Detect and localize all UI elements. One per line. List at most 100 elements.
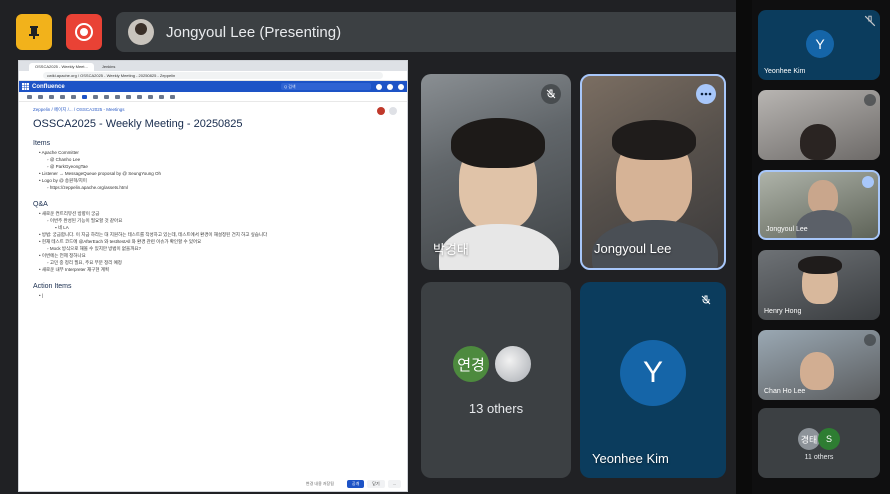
document-body: Zeppelin / 페이지 /... / OSSCA2025 - Meetin… xyxy=(19,102,407,304)
confluence-search[interactable]: Q 검색 xyxy=(281,83,371,90)
action-items-heading: Action Items xyxy=(33,283,72,290)
presenter-banner: Jongyoul Lee (Presenting) xyxy=(116,12,736,52)
toolbar-button[interactable] xyxy=(148,94,153,99)
participant-tile-1[interactable]: 박경태 xyxy=(421,74,571,270)
user-avatar[interactable] xyxy=(398,83,404,90)
list-item[interactable]: • 현재 테스트 코드에 @AfterEach 와 test/testAll 와… xyxy=(33,238,393,245)
sidebar-tile[interactable]: Jongyoul Lee xyxy=(758,170,880,240)
presenter-name: Jongyoul Lee (Presenting) xyxy=(166,23,342,41)
toolbar-button[interactable] xyxy=(82,94,87,99)
sidebar-tile[interactable] xyxy=(758,90,880,160)
settings-icon[interactable] xyxy=(387,83,393,90)
toolbar-button[interactable] xyxy=(71,94,76,99)
list-item[interactable]: ◦ 이번주 완성된 기능이 필요할 것 같아요 xyxy=(33,217,393,224)
participant-avatar xyxy=(493,344,533,384)
participant-hair xyxy=(798,256,842,274)
stop-record-icon xyxy=(75,23,93,41)
mic-off-icon xyxy=(541,84,561,104)
participant-video xyxy=(800,352,834,390)
save-status: 변경 내용 저장됨 xyxy=(305,481,334,486)
browser-tab[interactable]: Jenkins xyxy=(95,63,122,71)
toolbar-button[interactable] xyxy=(38,94,43,99)
participant-name: 박경태 xyxy=(433,242,469,257)
app-grid-icon xyxy=(22,83,29,90)
sidebar-tile[interactable]: Y Yeonhee Kim xyxy=(758,10,880,80)
toolbar-button[interactable] xyxy=(104,94,109,99)
participant-hair xyxy=(612,120,696,160)
list-item[interactable]: ◦ Mock 방식으로 해볼 수 있지만 방법이 없을까요? xyxy=(33,245,393,252)
more-options-icon[interactable] xyxy=(696,84,716,104)
help-icon[interactable] xyxy=(376,83,382,90)
mic-off-icon xyxy=(864,14,876,27)
list-item[interactable]: ◦ https://zeppelin.apache.org/assets.htm… xyxy=(33,184,393,191)
participant-hair xyxy=(451,118,545,168)
list-item[interactable]: • Apache Committer xyxy=(33,149,393,156)
list-item[interactable]: • | xyxy=(33,292,393,299)
collaborator-avatar[interactable] xyxy=(377,107,385,115)
participant-name: Chan Ho Lee xyxy=(764,388,806,395)
participant-avatar: Y xyxy=(806,30,834,58)
participant-avatar: 경태 xyxy=(798,428,820,450)
list-item[interactable]: ◦ @ ParkGyeongTae xyxy=(33,163,393,170)
more-button[interactable]: ... xyxy=(387,480,401,488)
mic-off-icon xyxy=(864,94,876,106)
toolbar-button[interactable] xyxy=(27,94,32,99)
stop-presenting-button[interactable] xyxy=(66,14,102,50)
url-field[interactable]: cwiki.apache.org / OSSCA2025 - Weekly Me… xyxy=(43,72,383,79)
address-bar: cwiki.apache.org / OSSCA2025 - Weekly Me… xyxy=(19,71,407,81)
participant-name: Jongyoul Lee xyxy=(766,226,808,233)
toolbar-button[interactable] xyxy=(60,94,65,99)
pin-button[interactable] xyxy=(16,14,52,50)
others-tile[interactable]: 연경 13 others xyxy=(421,282,571,478)
others-count: 13 others xyxy=(468,401,524,416)
qa-list: • 새로운 컨트리뷰션 방향이 궁금 ◦ 이번주 완성된 기능이 필요할 것 같아… xyxy=(33,210,393,273)
browser-tabs: OSSCA2025 - Weekly Meet... Jenkins xyxy=(19,61,407,71)
participant-name: Yeonhee Kim xyxy=(592,451,669,466)
toolbar-button[interactable] xyxy=(93,94,98,99)
participant-name: Yeonhee Kim xyxy=(764,68,806,75)
divider xyxy=(736,0,752,494)
pin-icon xyxy=(29,26,39,39)
participant-video xyxy=(808,180,838,214)
participant-tile-yeonhee[interactable]: Y Yeonhee Kim xyxy=(580,282,726,478)
list-item[interactable]: • 방법: 궁금합니다. 이 지금 하라는 대 지원하는 테스트를 작성하고 있… xyxy=(33,231,393,238)
sidebar-tile[interactable]: Chan Ho Lee xyxy=(758,330,880,400)
list-item[interactable]: • 새로운 컨트리뷰션 방향이 궁금 xyxy=(33,210,393,217)
breadcrumb[interactable]: Zeppelin / 페이지 /... / OSSCA2025 - Meetin… xyxy=(33,107,393,113)
collaborator-icons xyxy=(377,107,397,115)
participant-avatar: 연경 xyxy=(451,344,491,384)
action-items-list: • | xyxy=(33,292,393,299)
participant-avatar: S xyxy=(818,428,840,450)
toolbar-button[interactable] xyxy=(49,94,54,99)
publish-button[interactable]: 공개 xyxy=(346,480,365,488)
participant-avatar: Y xyxy=(620,340,686,406)
items-heading: Items xyxy=(33,140,51,147)
add-collaborator-icon[interactable] xyxy=(389,107,397,115)
confluence-logo[interactable]: Confluence xyxy=(32,84,65,90)
list-item[interactable]: ◦ @ Chanho Lee xyxy=(33,156,393,163)
participant-name: Henry Hong xyxy=(764,308,802,315)
close-button[interactable]: 닫기 xyxy=(367,480,385,488)
editor-footer: 변경 내용 저장됨 공개 닫기 ... xyxy=(306,480,401,488)
browser-tab[interactable]: OSSCA2025 - Weekly Meet... xyxy=(29,63,94,71)
participant-video xyxy=(800,124,836,160)
sidebar-others-tile[interactable]: 경태 S 11 others xyxy=(758,408,880,478)
participant-tile-2[interactable]: Jongyoul Lee xyxy=(580,74,726,270)
page-title: OSSCA2025 - Weekly Meeting - 20250825 xyxy=(33,118,243,130)
list-item[interactable]: • 이번에는 언제 정하나요 xyxy=(33,252,393,259)
mic-off-icon xyxy=(864,334,876,346)
list-item[interactable]: • 새로운 내부 Interpreter 재구현 계획 xyxy=(33,266,393,273)
confluence-nav: Confluence Q 검색 xyxy=(19,81,407,92)
list-item[interactable]: ▪ 네 LA xyxy=(33,224,393,231)
presentation-bar: Jongyoul Lee (Presenting) xyxy=(0,0,736,62)
sidebar-tile[interactable]: Henry Hong xyxy=(758,250,880,320)
list-item[interactable]: • Listener → MessageQueue proposal by @ … xyxy=(33,170,393,177)
toolbar-button[interactable] xyxy=(137,94,142,99)
list-item[interactable]: ◦ 고민 중 정리 필요, 주요 부분 정리 예정 xyxy=(33,259,393,266)
toolbar-button[interactable] xyxy=(115,94,120,99)
toolbar-button[interactable] xyxy=(159,94,164,99)
list-item[interactable]: • Logo by @ 송원혁/지미 xyxy=(33,177,393,184)
toolbar-button[interactable] xyxy=(126,94,131,99)
items-list: • Apache Committer ◦ @ Chanho Lee ◦ @ Park… xyxy=(33,149,393,191)
toolbar-button[interactable] xyxy=(170,94,175,99)
